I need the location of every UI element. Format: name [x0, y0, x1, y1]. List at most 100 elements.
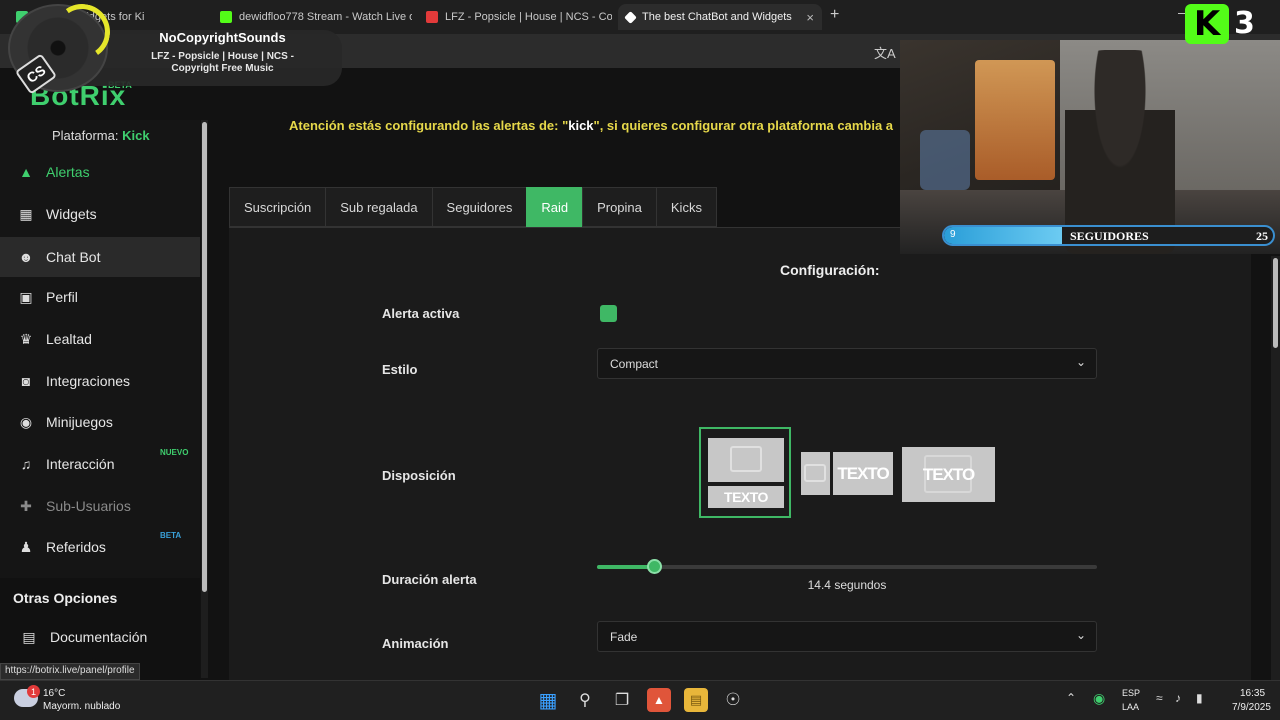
gamepad-icon: ◉	[19, 413, 33, 430]
sidebar-item-label: Sub-Usuarios	[46, 498, 131, 514]
kick-viewer-count: 3	[1234, 6, 1255, 41]
youtube-favicon-icon	[426, 11, 438, 23]
profile-card-icon: ▣	[19, 288, 33, 305]
layout-option-overlay[interactable]: TEXTO	[902, 447, 995, 502]
follower-goal-target: 25	[1256, 229, 1268, 243]
alert-active-label: Alerta activa	[382, 306, 460, 321]
tab-raid[interactable]: Raid	[526, 187, 583, 227]
sidebar-item-label: Widgets	[46, 206, 97, 222]
language-code[interactable]: ESP	[1122, 688, 1140, 698]
referrals-icon: ♟	[19, 538, 33, 555]
clock-time[interactable]: 16:35	[1240, 688, 1265, 699]
sidebar-item-documentacion[interactable]: ▤ Documentación	[0, 618, 200, 656]
clock-date[interactable]: 7/9/2025	[1232, 702, 1271, 713]
other-options-title: Otras Opciones	[13, 590, 118, 606]
wifi-icon[interactable]: ≈	[1156, 691, 1163, 705]
tab-propina[interactable]: Propina	[582, 187, 656, 227]
sidebar-item-alertas[interactable]: ▲ Alertas	[0, 153, 200, 191]
sidebar-scrollbar-thumb[interactable]	[202, 122, 207, 592]
sidebar-item-label: Referidos	[46, 539, 106, 555]
alert-active-checkbox[interactable]	[600, 305, 617, 322]
obs-studio-icon[interactable]: ☉	[721, 688, 745, 712]
keyboard-layout[interactable]: LAA	[1122, 702, 1139, 712]
now-playing-overlay: CS NoCopyrightSounds LFZ - Popsicle | Ho…	[0, 0, 345, 95]
duration-slider-thumb[interactable]	[647, 559, 662, 574]
brave-browser-icon[interactable]: ▲	[647, 688, 671, 712]
status-url-tooltip: https://botrix.live/panel/profile	[0, 663, 140, 680]
track-line-2: Copyright Free Music	[171, 63, 274, 74]
tab-title: The best ChatBot and Widgets fo	[642, 11, 792, 23]
users-icon: ✚	[20, 497, 32, 514]
sidebar-item-label: Documentación	[50, 629, 148, 645]
close-tab-icon[interactable]: ×	[806, 10, 814, 25]
file-explorer-icon[interactable]: ▤	[684, 688, 708, 712]
sidebar-item-interaccion[interactable]: ♫ Interacción NUEVO	[0, 445, 200, 483]
task-view-icon[interactable]: ❐	[610, 688, 634, 712]
animation-label: Animación	[382, 636, 449, 651]
sidebar-item-label: Minijuegos	[46, 414, 113, 430]
warning-text-suffix: ", si quieres configurar otra plataforma…	[593, 118, 894, 133]
layout-option-text: TEXTO	[922, 464, 975, 484]
sidebar-item-lealtad[interactable]: ♛ Lealtad	[0, 320, 200, 358]
duration-value: 14.4 segundos	[807, 578, 887, 592]
trophy-icon: ♛	[19, 330, 33, 347]
sidebar-item-minijuegos[interactable]: ◉ Minijuegos	[0, 403, 200, 441]
taskbar	[0, 680, 1280, 720]
animation-select[interactable]: Fade ⌄	[597, 621, 1097, 652]
beta-badge: BETA	[160, 531, 182, 540]
sidebar-item-label: Chat Bot	[46, 249, 101, 265]
browser-tab-botrix-active[interactable]: The best ChatBot and Widgets fo ×	[618, 4, 822, 30]
robot-icon: ☻	[18, 249, 34, 265]
layout-option-stacked[interactable]: TEXTO	[699, 427, 791, 518]
weather-description[interactable]: Mayorm. nublado	[43, 701, 120, 712]
browser-tab-youtube[interactable]: LFZ - Popsicle | House | NCS - Co	[418, 4, 612, 30]
integrations-icon: ◙	[21, 373, 31, 389]
widgets-icon: ▦	[19, 205, 33, 222]
sidebar-item-label: Integraciones	[46, 373, 131, 389]
layout-option-text: TEXTO	[708, 486, 784, 508]
main-scrollbar-thumb[interactable]	[1273, 258, 1278, 348]
layout-option-side[interactable]: TEXTO	[801, 452, 893, 495]
search-icon[interactable]: ⚲	[573, 688, 597, 712]
sidebar-item-referidos[interactable]: ♟ Referidos BETA	[0, 528, 200, 566]
cam-monitor	[920, 130, 970, 190]
tab-seguidores[interactable]: Seguidores	[431, 187, 527, 227]
tray-expand-icon[interactable]: ⌃	[1066, 691, 1076, 705]
weather-notification-badge: 1	[27, 685, 40, 698]
microphone-icon[interactable]: ◉	[1093, 690, 1105, 707]
image-placeholder-icon	[801, 452, 830, 495]
tab-sub-regalada[interactable]: Sub regalada	[325, 187, 432, 227]
weather-temperature[interactable]: 16°C	[43, 688, 65, 699]
sidebar-item-label: Perfil	[46, 289, 78, 305]
alert-type-tabs: Suscripción Sub regalada Seguidores Raid…	[229, 187, 717, 227]
sidebar-item-perfil[interactable]: ▣ Perfil	[0, 278, 200, 316]
tab-kicks[interactable]: Kicks	[655, 187, 717, 227]
sidebar-item-label: Interacción	[46, 456, 115, 472]
duration-label: Duración alerta	[382, 572, 477, 587]
sidebar-item-integraciones[interactable]: ◙ Integraciones	[0, 362, 200, 400]
tab-suscripcion[interactable]: Suscripción	[229, 187, 326, 227]
chevron-down-icon: ⌄	[1075, 355, 1086, 369]
new-badge: NUEVO	[160, 448, 189, 457]
platform-indicator: Plataforma: Kick	[52, 128, 150, 143]
webcam-feed	[900, 40, 1280, 254]
warning-icon: ▲	[19, 164, 33, 180]
image-placeholder-icon	[708, 438, 784, 482]
now-playing-artist: NoCopyrightSounds	[159, 30, 286, 45]
new-tab-button[interactable]: +	[830, 6, 839, 24]
duration-slider-track[interactable]	[597, 565, 1097, 569]
volume-icon[interactable]: ♪	[1175, 691, 1181, 705]
windows-start-icon[interactable]: ▦	[536, 688, 560, 712]
translate-icon[interactable]: 文A	[874, 43, 896, 62]
document-icon: ▤	[22, 628, 36, 645]
battery-icon[interactable]: ▮	[1196, 691, 1203, 705]
warning-platform: kick	[568, 118, 594, 133]
sidebar-item-sub-usuarios[interactable]: ✚ Sub-Usuarios	[0, 487, 200, 525]
sidebar-item-widgets[interactable]: ▦ Widgets	[0, 195, 200, 233]
warning-text-prefix: Atención estás configurando las alertas …	[289, 118, 569, 133]
sidebar-item-chat-bot[interactable]: ☻ Chat Bot	[0, 237, 200, 277]
cam-window	[975, 60, 1055, 180]
style-label: Estilo	[382, 362, 418, 377]
style-select[interactable]: Compact ⌄	[597, 348, 1097, 379]
now-playing-track: LFZ - Popsicle | House | NCS - Copyright…	[110, 51, 335, 75]
